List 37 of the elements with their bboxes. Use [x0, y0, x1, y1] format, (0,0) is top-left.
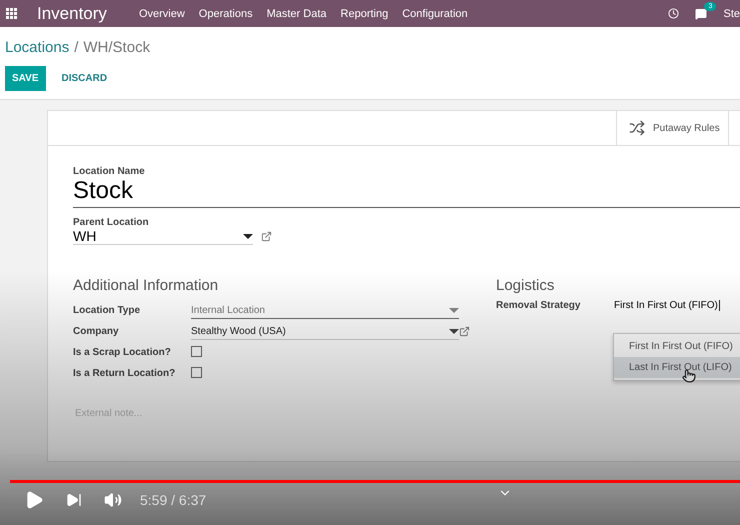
- apps-grid-icon[interactable]: [6, 8, 17, 19]
- menu-item[interactable]: Master Data: [266, 8, 327, 20]
- checkbox[interactable]: [191, 366, 202, 378]
- menu-item[interactable]: Overview: [138, 8, 185, 20]
- menu-item[interactable]: Configuration: [402, 8, 468, 20]
- user-name[interactable]: Ste: [723, 8, 740, 20]
- location-name-field[interactable]: Stock: [73, 177, 740, 208]
- field-label: Parent Location: [73, 217, 150, 228]
- dropdown-option[interactable]: Last In First Out (LIFO): [614, 357, 740, 378]
- volume-icon[interactable]: [104, 491, 122, 509]
- field-label: Company: [73, 326, 120, 337]
- section-title: Additional Information: [73, 277, 220, 294]
- field-label: Location Name: [73, 166, 146, 177]
- menu-item[interactable]: Reporting: [340, 8, 388, 20]
- section-title: Logistics: [496, 277, 556, 294]
- video-time: 5:59 / 6:37: [140, 492, 206, 508]
- parent-location-select[interactable]: WH: [73, 228, 253, 245]
- menu-item[interactable]: Operations: [198, 8, 253, 20]
- external-link-icon[interactable]: [459, 326, 470, 337]
- select-field[interactable]: Internal Location: [191, 302, 459, 318]
- field-label: Location Type: [73, 305, 142, 316]
- chat-icon[interactable]: [695, 8, 708, 20]
- breadcrumb-current: WH/Stock: [83, 39, 150, 56]
- select-field[interactable]: Stealthy Wood (USA): [191, 324, 459, 340]
- removal-strategy-field[interactable]: First In First Out (FIFO): [614, 300, 720, 311]
- next-icon[interactable]: [66, 492, 82, 508]
- breadcrumb-link[interactable]: Locations: [5, 39, 70, 56]
- breadcrumb-separator: /: [74, 39, 78, 56]
- app-name: Inventory: [37, 4, 107, 24]
- field-label: Is a Return Location?: [73, 368, 176, 379]
- shuffle-icon: [629, 120, 645, 136]
- external-link-icon[interactable]: [261, 231, 272, 242]
- checkbox[interactable]: [191, 346, 202, 356]
- field-label: Removal Strategy: [496, 300, 582, 311]
- clock-icon[interactable]: [668, 8, 680, 19]
- discard-button[interactable]: DISCARD: [56, 72, 114, 85]
- field-label: Is a Scrap Location?: [73, 347, 172, 358]
